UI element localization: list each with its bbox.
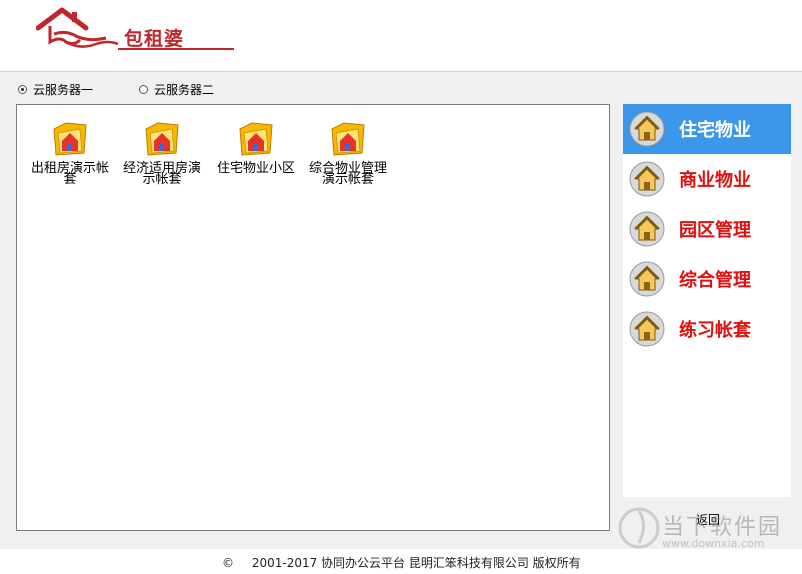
- category-sidebar: 住宅物业 商业物业 园区管理 综合管理 练习帐套: [623, 104, 791, 497]
- sidebar-item-commercial[interactable]: 商业物业: [623, 154, 791, 204]
- logo: 包租婆: [35, 6, 234, 52]
- sidebar-item-label: 园区管理: [679, 220, 751, 241]
- house-icon: [629, 311, 665, 347]
- logo-text: 包租婆: [124, 28, 185, 50]
- sidebar-item-comprehensive[interactable]: 综合管理: [623, 254, 791, 304]
- account-set-label: 出租房演示帐套: [30, 161, 109, 187]
- account-set-label: 经济适用房演示帐套: [122, 161, 201, 187]
- watermark: 当下软件园 www.downxia.com: [618, 505, 798, 553]
- server-radio-1[interactable]: 云服务器一: [18, 81, 93, 98]
- folder-house-icon: [239, 122, 273, 156]
- radio-unchecked-icon[interactable]: [139, 84, 149, 94]
- sidebar-item-label: 商业物业: [679, 170, 751, 191]
- house-icon: [629, 111, 665, 147]
- folder-house-icon: [331, 122, 365, 156]
- house-icon: [629, 161, 665, 197]
- house-icon: [629, 261, 665, 297]
- house-icon: [629, 211, 665, 247]
- account-set-item[interactable]: 住宅物业小区: [211, 119, 301, 176]
- sidebar-item-label: 综合管理: [679, 270, 751, 291]
- account-set-label: 住宅物业小区: [216, 161, 295, 176]
- footer: © 2001-2017 协同办公云平台 昆明汇笨科技有限公司 版权所有: [0, 549, 802, 574]
- folder-house-icon: [53, 122, 87, 156]
- account-set-label: 综合物业管理演示帐套: [308, 161, 387, 187]
- footer-text: © 2001-2017 协同办公云平台 昆明汇笨科技有限公司 版权所有: [222, 554, 581, 571]
- folder-house-icon: [145, 122, 179, 156]
- watermark-logo-icon: [618, 507, 660, 549]
- logo-underline: [118, 48, 234, 50]
- sidebar-item-label: 练习帐套: [679, 320, 751, 341]
- main-area: 云服务器一 云服务器二 出租房演示帐套 经济适用房演示帐套 住宅物业小区 综合物…: [0, 71, 802, 550]
- account-set-pane: 出租房演示帐套 经济适用房演示帐套 住宅物业小区 综合物业管理演示帐套: [16, 104, 610, 531]
- sidebar-item-park[interactable]: 园区管理: [623, 204, 791, 254]
- server-radio-2[interactable]: 云服务器二: [139, 81, 214, 98]
- server-selector: 云服务器一 云服务器二: [18, 80, 260, 98]
- account-set-item[interactable]: 经济适用房演示帐套: [117, 119, 207, 187]
- header: 包租婆: [0, 0, 802, 70]
- sidebar-item-practice[interactable]: 练习帐套: [623, 304, 791, 354]
- house-logo-icon: [35, 7, 119, 48]
- account-set-item[interactable]: 综合物业管理演示帐套: [303, 119, 393, 187]
- radio-checked-icon[interactable]: [18, 84, 27, 94]
- sidebar-item-label: 住宅物业: [679, 120, 751, 141]
- server-radio-label: 云服务器二: [154, 82, 215, 97]
- server-radio-label: 云服务器一: [33, 82, 94, 97]
- account-set-item[interactable]: 出租房演示帐套: [25, 119, 115, 187]
- copyright-symbol: ©: [222, 556, 234, 570]
- sidebar-item-residential[interactable]: 住宅物业: [623, 104, 791, 154]
- copyright-text: 2001-2017 协同办公云平台 昆明汇笨科技有限公司 版权所有: [251, 556, 581, 570]
